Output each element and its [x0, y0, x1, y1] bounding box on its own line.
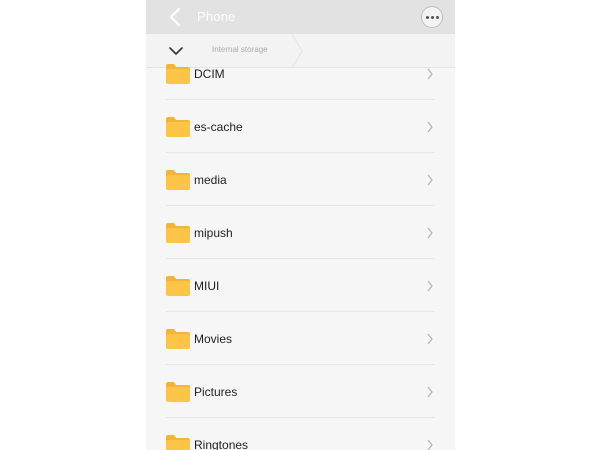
folder-name: media: [194, 173, 227, 187]
page-title: Phone: [197, 9, 236, 24]
folder-icon: [166, 435, 190, 450]
chevron-right-icon: [427, 121, 433, 133]
folder-icon: [166, 276, 190, 296]
folder-icon: [166, 170, 190, 190]
chevron-right-icon: [427, 68, 433, 80]
more-dots-icon: [426, 16, 429, 19]
folder-row[interactable]: Movies: [146, 312, 455, 365]
folder-icon: [166, 223, 190, 243]
back-button[interactable]: [166, 6, 186, 28]
chevron-right-icon: [427, 280, 433, 292]
folder-name: DCIM: [194, 67, 225, 81]
folder-row[interactable]: Pictures: [146, 365, 455, 418]
chevron-right-icon: [427, 439, 433, 450]
folder-row[interactable]: es-cache: [146, 100, 455, 153]
folder-icon: [166, 64, 190, 84]
chevron-right-icon: [427, 386, 433, 398]
chevron-right-icon: [427, 333, 433, 345]
more-options-button[interactable]: [421, 6, 443, 28]
folder-name: MIUI: [194, 279, 220, 293]
folder-name: Ringtones: [194, 438, 249, 450]
top-bar: Phone: [146, 0, 455, 34]
folder-icon: [166, 382, 190, 402]
folder-name: Movies: [194, 332, 233, 346]
folder-row[interactable]: media: [146, 153, 455, 206]
folder-name: Pictures: [194, 385, 238, 399]
folder-icon: [166, 117, 190, 137]
folder-row[interactable]: mipush: [146, 206, 455, 259]
folder-name: es-cache: [194, 120, 243, 134]
chevron-right-icon: [427, 174, 433, 186]
chevron-right-icon: [427, 227, 433, 239]
more-dot: [431, 16, 434, 19]
folder-row[interactable]: Ringtones: [146, 418, 455, 450]
folder-row[interactable]: MIUI: [146, 259, 455, 312]
more-dot: [436, 16, 439, 19]
chevron-left-icon: [169, 7, 181, 27]
file-manager-screen: Phone Internal storage DCIM es-cache media…: [146, 0, 455, 450]
folder-icon: [166, 329, 190, 349]
folder-row[interactable]: DCIM: [146, 47, 455, 100]
folder-name: mipush: [194, 226, 233, 240]
